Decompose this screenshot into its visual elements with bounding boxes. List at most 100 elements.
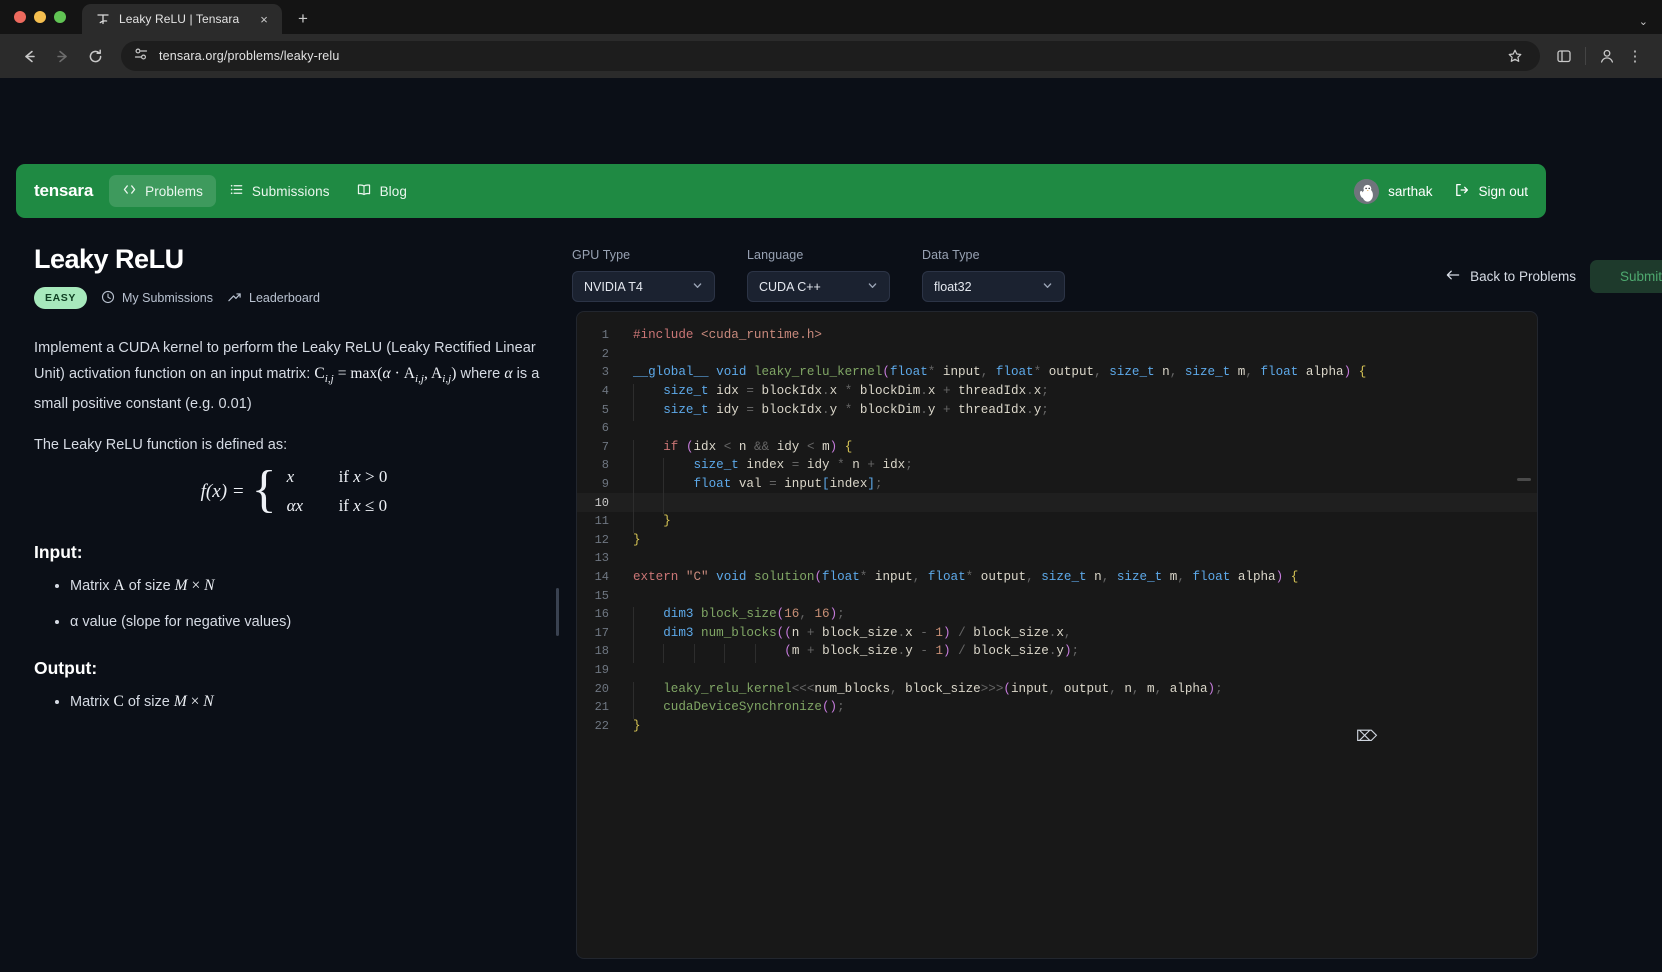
line-number: 8 [601, 458, 609, 473]
editor-actions: Back to Problems Submit [1445, 260, 1662, 293]
code-line[interactable]: 7 if (idx < n && idy < m) { [577, 438, 1537, 459]
line-number: 7 [601, 439, 609, 454]
line-number: 6 [601, 421, 609, 436]
extensions-icon[interactable] [1551, 43, 1577, 69]
code-lines[interactable]: 1 #include <cuda_runtime.h> 2 3 __global__ v… [577, 312, 1537, 958]
code-line[interactable]: 20 leaky_relu_kernel<<<num_blocks, block… [577, 679, 1537, 701]
code-line[interactable]: 9 float val = input[index]; [577, 475, 1537, 496]
signout-button[interactable]: Sign out [1454, 182, 1528, 201]
new-tab-button[interactable]: + [290, 6, 316, 32]
line-number: 17 [594, 625, 609, 640]
code-line[interactable]: 10 [577, 493, 1537, 515]
editor-scrollbar[interactable] [1517, 478, 1531, 481]
nav-item-problems[interactable]: Problems [109, 175, 216, 207]
code-line[interactable]: 11 } [577, 512, 1537, 533]
code-line[interactable]: 2 [577, 345, 1537, 364]
gpu-type-control: GPU Type NVIDIA T4 [572, 248, 715, 302]
indent-guide [724, 644, 726, 663]
code-line[interactable]: 18 (m + block_size.y - 1) / block_size.y… [577, 642, 1537, 663]
reload-button[interactable] [80, 41, 110, 71]
leaderboard-link[interactable]: Leaderboard [227, 290, 320, 307]
case-row-2: αx if x ≤ 0 [287, 496, 388, 516]
indent-guide [633, 402, 634, 422]
line-number: 20 [594, 681, 609, 696]
my-submissions-link[interactable]: My Submissions [101, 290, 213, 307]
chevron-down-icon [692, 280, 703, 294]
toolbar-divider [1585, 47, 1586, 65]
close-tab-button[interactable]: × [256, 11, 272, 27]
nav-item-blog[interactable]: Blog [343, 175, 420, 207]
equation-block: f(x) = { x if x > 0 αx if x ≤ 0 [34, 464, 554, 516]
browser-tab[interactable]: Leaky ReLU | Tensara × [82, 4, 282, 34]
code-line[interactable]: 16 dim3 block_size(16, 16); [577, 605, 1537, 626]
line-code: (m + block_size.y - 1) / block_size.y); [623, 644, 1079, 663]
submit-button[interactable]: Submit [1589, 260, 1662, 293]
navbar-right: sarthak Sign out [1354, 178, 1528, 204]
code-line[interactable]: 21 cudaDeviceSynchronize(); [577, 698, 1537, 719]
data-type-select[interactable]: float32 [922, 271, 1065, 302]
piecewise-equation: f(x) = { x if x > 0 αx if x ≤ 0 [201, 464, 388, 516]
back-to-problems-label: Back to Problems [1470, 269, 1576, 284]
indent-guide [663, 458, 665, 478]
site-settings-icon[interactable] [133, 46, 149, 67]
output-item-times: × [186, 693, 204, 711]
brand-logo[interactable]: tensara [34, 181, 93, 201]
line-number: 21 [594, 700, 609, 715]
input-item-1-times: × [187, 577, 205, 595]
code-line[interactable]: 5 size_t idy = blockIdx.y * blockDim.y +… [577, 400, 1537, 422]
language-label: Language [747, 248, 804, 262]
back-button[interactable] [14, 41, 44, 71]
code-line[interactable]: 15 [577, 586, 1537, 605]
indent-guide [633, 384, 634, 403]
gpu-type-select[interactable]: NVIDIA T4 [572, 271, 715, 302]
clock-icon [101, 290, 115, 307]
code-line[interactable]: 22} [577, 716, 1537, 735]
data-type-label: Data Type [922, 248, 980, 262]
code-line[interactable]: 17 dim3 num_blocks((n + block_size.x - 1… [577, 624, 1537, 645]
language-select[interactable]: CUDA C++ [747, 271, 890, 302]
chevron-down-icon[interactable]: ⌄ [1639, 15, 1648, 28]
code-line[interactable]: 13 [577, 549, 1537, 568]
nav-item-submissions[interactable]: Submissions [216, 175, 343, 207]
formula-alpha: α [382, 365, 391, 382]
browser-menu-icon[interactable]: ⋮ [1622, 43, 1648, 69]
left-panel-scrollbar[interactable] [556, 588, 559, 636]
code-line[interactable]: 3 __global__ void leaky_relu_kernel(float… [577, 363, 1537, 382]
formula-c: C [314, 365, 325, 382]
code-line[interactable]: 1 #include <cuda_runtime.h> [577, 326, 1537, 345]
indent-guide [663, 495, 665, 515]
input-item-1-prefix: Matrix [70, 578, 114, 595]
address-bar[interactable]: tensara.org/problems/leaky-relu [121, 41, 1540, 71]
toolbar-actions: ⋮ [1551, 43, 1648, 69]
bookmark-star-icon[interactable] [1502, 43, 1528, 69]
code-line[interactable]: 14 extern "C" void solution(float* input,… [577, 568, 1537, 587]
maximize-window-button[interactable] [54, 11, 66, 23]
code-line[interactable]: 12} [577, 531, 1537, 550]
browser-window: Leaky ReLU | Tensara × + ⌄ tensara.org/p… [0, 0, 1662, 972]
line-number: 14 [594, 570, 609, 585]
line-number: 22 [594, 718, 609, 733]
code-line[interactable]: 6 [577, 419, 1537, 438]
code-line[interactable]: 19 [577, 661, 1537, 680]
code-editor[interactable]: 1 #include <cuda_runtime.h> 2 3 __global__ v… [576, 311, 1538, 959]
formula-c-sub: i,j [324, 373, 334, 386]
back-to-problems-link[interactable]: Back to Problems [1445, 268, 1576, 285]
profile-icon[interactable] [1594, 43, 1620, 69]
problem-description: Implement a CUDA kernel to perform the L… [34, 336, 554, 417]
output-item-matrix: C [113, 693, 124, 711]
line-number: 16 [594, 607, 609, 622]
line-code: dim3 num_blocks((n + block_size.x - 1) /… [623, 625, 1071, 645]
code-line[interactable]: 4 size_t idx = blockIdx.x * blockDim.x +… [577, 382, 1537, 403]
indent-guide [633, 495, 634, 515]
user-menu[interactable]: sarthak [1354, 178, 1432, 204]
close-window-button[interactable] [14, 11, 26, 23]
code-line[interactable]: 8 size_t index = idy * n + idx; [577, 456, 1537, 478]
forward-button[interactable] [47, 41, 77, 71]
line-code: size_t idy = blockIdx.y * blockDim.y + t… [623, 402, 1049, 422]
input-item-1-matrix: A [113, 577, 125, 595]
nav-label-submissions: Submissions [251, 183, 330, 199]
formula-comma-a: , A [423, 365, 443, 382]
formula-a-sub1: i,j [414, 373, 424, 386]
minimize-window-button[interactable] [34, 11, 46, 23]
tab-title: Leaky ReLU | Tensara [119, 12, 240, 26]
